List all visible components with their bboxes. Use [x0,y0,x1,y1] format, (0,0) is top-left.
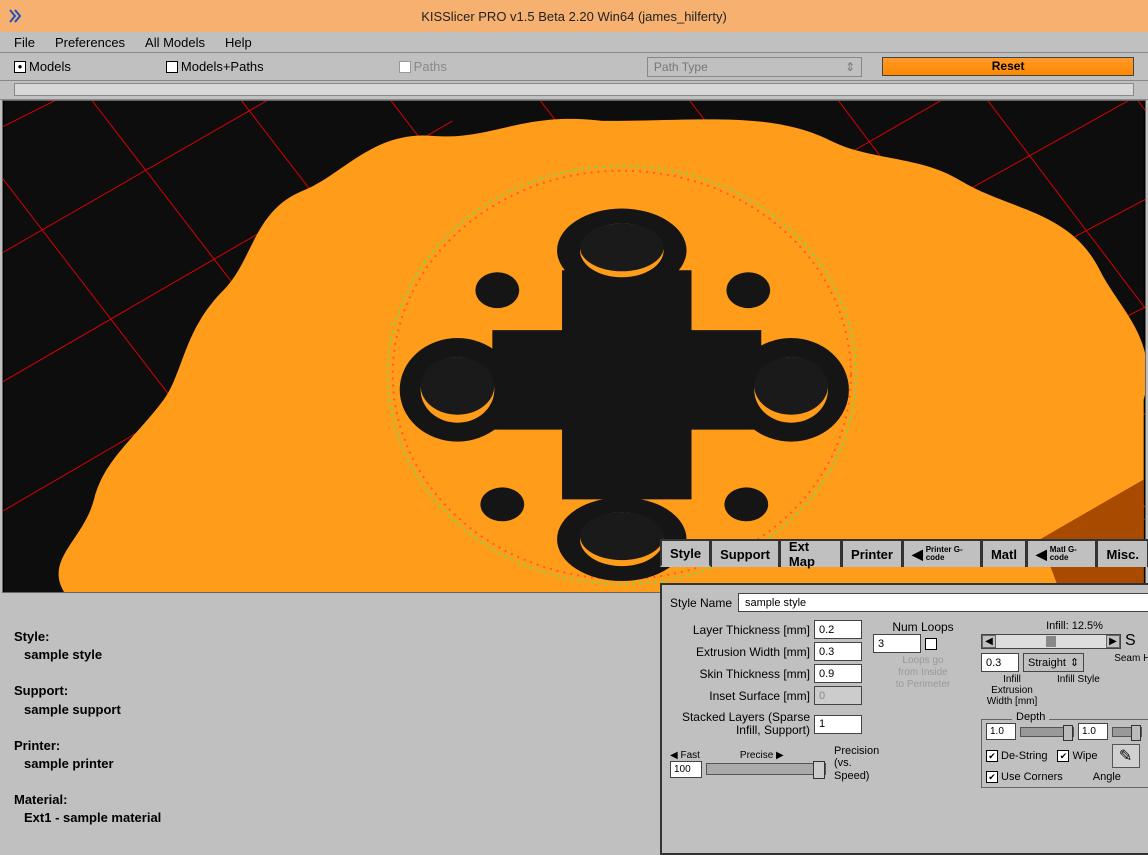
tab-matl[interactable]: Matl [981,539,1027,567]
menu-bar: File Preferences All Models Help [0,32,1148,53]
tab-row: Style Support Ext Map Printer ◀Printer G… [660,537,1148,565]
printer-label: Printer: [14,737,646,755]
reset-button[interactable]: Reset [882,57,1134,76]
inset-surface-input [814,686,862,705]
menu-file[interactable]: File [14,35,35,50]
destring-checkbox[interactable]: ✔De-String [986,744,1047,768]
tab-ext-map[interactable]: Ext Map [779,539,842,567]
depth-group: Depth ✔De-String ✔Wipe ✎ J [981,719,1148,788]
stacked-layers-input[interactable] [814,715,862,734]
pencil-icon[interactable]: ✎ [1112,744,1140,768]
tab-misc[interactable]: Misc. [1096,539,1148,567]
tab-printer[interactable]: Printer [841,539,903,567]
infill-ew-label: Infill Extrusion Width [mm] [981,674,1043,707]
radio-models-paths[interactable]: Models+Paths [166,59,264,74]
radio-dot-icon [14,61,26,73]
material-value: Ext1 - sample material [24,809,646,827]
tab-support[interactable]: Support [710,539,780,567]
view-toolbar: Models Models+Paths Paths Path Type ⇕ Re… [0,53,1148,81]
style-name-input[interactable] [738,593,1148,612]
menu-all-models[interactable]: All Models [145,35,205,50]
extrusion-width-label: Extrusion Width [mm] [670,645,810,659]
menu-help[interactable]: Help [225,35,252,50]
loops-checkbox[interactable] [925,638,937,650]
infill-ew-input[interactable] [981,653,1019,672]
precision-input[interactable] [670,761,702,778]
loops-note: Loops gofrom Insideto Perimeter [873,655,973,691]
inset-surface-label: Inset Surface [mm] [670,689,810,703]
layer-slider[interactable] [14,83,1134,96]
window-title: KISSlicer PRO v1.5 Beta 2.20 Win64 (jame… [421,9,727,24]
tab-printer-gcode[interactable]: ◀Printer G-code [902,539,982,567]
layer-thickness-label: Layer Thickness [mm] [670,623,810,637]
style-label: Style: [14,628,646,646]
radio-paths: Paths [399,59,447,74]
layer-thickness-input[interactable] [814,620,862,639]
style-tab-content: Style Name Layer Thickness [mm] Extrusio… [660,583,1148,855]
title-bar: KISSlicer PRO v1.5 Beta 2.20 Win64 (jame… [0,0,1148,32]
precision-slider[interactable] [706,763,826,775]
seam-label: Seam H Gap [1114,653,1148,664]
depth-input-2[interactable] [1078,723,1108,740]
viewport-3d[interactable] [2,100,1146,593]
tab-matl-gcode[interactable]: ◀Matl G-code [1026,539,1098,567]
slider-bar [0,81,1148,100]
use-corners-checkbox[interactable]: ✔Use Corners [986,771,1063,783]
skin-thickness-input[interactable] [814,664,862,683]
support-value: sample support [24,701,646,719]
menu-preferences[interactable]: Preferences [55,35,125,50]
radio-models[interactable]: Models [14,59,71,74]
material-label: Material: [14,791,646,809]
arrow-right-icon[interactable]: ▶ [1106,635,1120,648]
path-type-dropdown[interactable]: Path Type ⇕ [647,57,862,77]
depth-slider-1[interactable] [1020,727,1074,737]
app-icon [8,8,24,24]
arrow-left-icon[interactable]: ◀ [982,635,996,648]
s-label: S [1125,632,1136,650]
support-label: Support: [14,682,646,700]
angle-label: Angle [1093,771,1121,783]
infill-style-dropdown[interactable]: Straight⇕ [1023,653,1084,672]
depth-slider-2[interactable] [1112,727,1142,737]
stacked-layers-label: Stacked Layers (Sparse Infill, Support) [670,711,810,737]
settings-tabs: Style Support Ext Map Printer ◀Printer G… [660,593,1148,845]
skin-thickness-label: Skin Thickness [mm] [670,667,810,681]
lower-panel: Style: sample style Support: sample supp… [0,593,1148,845]
infill-label: Infill: 12.5% [981,620,1148,632]
num-loops-label: Num Loops [873,620,973,634]
model-render [3,101,1145,592]
dropdown-icon: ⇕ [845,60,855,74]
arrow-left-icon: ◀ [912,546,923,563]
style-name-label: Style Name [670,596,732,610]
tab-style[interactable]: Style [660,539,711,567]
dropdown-icon: ⇕ [1070,656,1079,669]
radio-box-icon [399,61,411,73]
radio-box-icon [166,61,178,73]
num-loops-input[interactable] [873,634,921,653]
wipe-checkbox[interactable]: ✔Wipe [1057,744,1097,768]
extrusion-width-input[interactable] [814,642,862,661]
infill-style-label: Infill Style [1057,674,1100,707]
infill-scrollbar[interactable]: ◀▶ [981,634,1121,649]
info-panel: Style: sample style Support: sample supp… [0,593,660,845]
printer-value: sample printer [24,755,646,773]
arrow-left-icon: ◀ [1036,546,1047,563]
depth-input-1[interactable] [986,723,1016,740]
style-value: sample style [24,646,646,664]
